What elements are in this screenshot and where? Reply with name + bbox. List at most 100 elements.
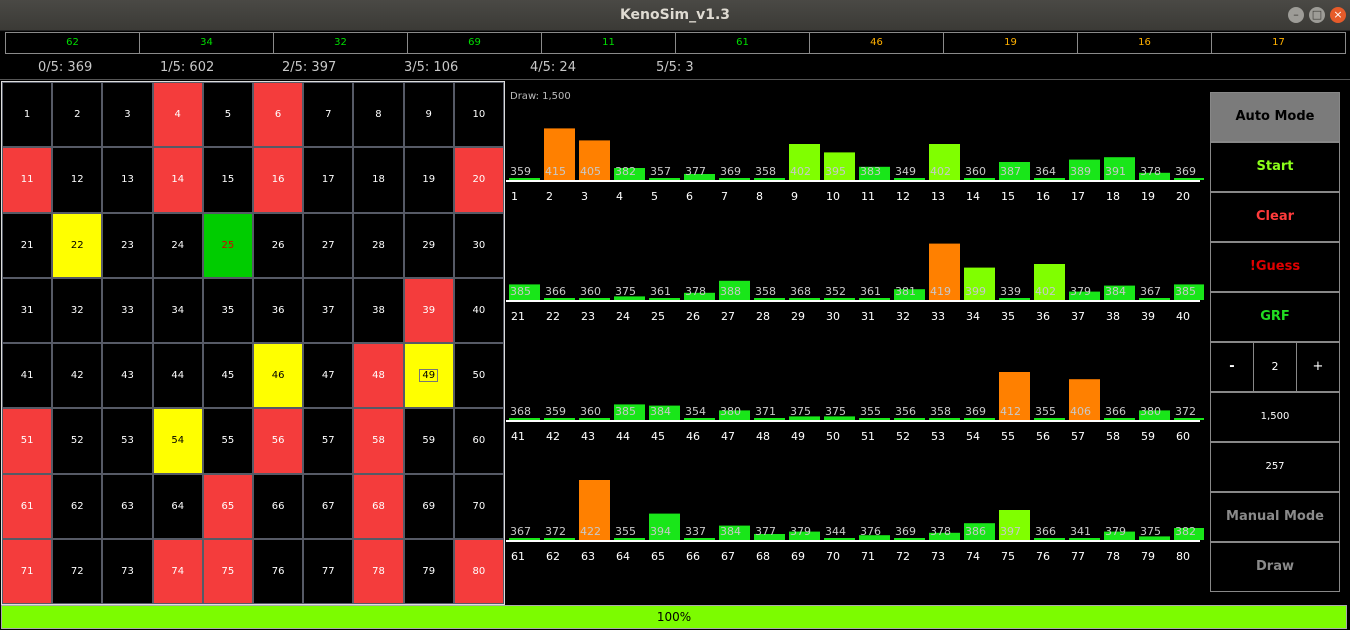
board-number-29[interactable]: 29 [403,212,454,278]
board-number-71[interactable]: 71 [2,538,53,604]
board-number-15[interactable]: 15 [202,147,253,213]
board-number-39[interactable]: 39 [403,277,454,343]
board-number-4[interactable]: 4 [152,82,203,148]
board-number-53[interactable]: 53 [102,408,153,474]
board-number-76[interactable]: 76 [253,538,304,604]
start-button[interactable]: Start [1210,142,1340,192]
board-number-28[interactable]: 28 [353,212,404,278]
board-number-63[interactable]: 63 [102,473,153,539]
board-number-75[interactable]: 75 [202,538,253,604]
board-number-17[interactable]: 17 [303,147,354,213]
board-number-14[interactable]: 14 [152,147,203,213]
board-number-10[interactable]: 10 [453,82,504,148]
board-number-6[interactable]: 6 [253,82,304,148]
clear-button[interactable]: Clear [1210,192,1340,242]
board-number-61[interactable]: 61 [2,473,53,539]
freq-value-label: 368 [510,405,531,418]
draw-button[interactable]: Draw [1210,542,1340,592]
board-number-42[interactable]: 42 [52,343,103,409]
board-number-60[interactable]: 60 [453,408,504,474]
games-field[interactable]: 257 [1210,442,1340,492]
board-number-58[interactable]: 58 [353,408,404,474]
board-number-18[interactable]: 18 [353,147,404,213]
freq-value-label: 384 [720,525,741,538]
board-number-47[interactable]: 47 [303,343,354,409]
board-number-8[interactable]: 8 [353,82,404,148]
board-number-13[interactable]: 13 [102,147,153,213]
board-number-40[interactable]: 40 [453,277,504,343]
board-number-70[interactable]: 70 [453,473,504,539]
minimize-icon[interactable]: – [1288,7,1304,23]
board-number-62[interactable]: 62 [52,473,103,539]
draw-count-field[interactable]: 1,500 [1210,392,1340,442]
board-number-80[interactable]: 80 [453,538,504,604]
board-number-5[interactable]: 5 [202,82,253,148]
board-number-55[interactable]: 55 [202,408,253,474]
board-number-1[interactable]: 1 [2,82,53,148]
board-number-59[interactable]: 59 [403,408,454,474]
freq-value-label: 389 [1070,165,1091,178]
freq-value-label: 369 [720,165,741,178]
board-number-16[interactable]: 16 [253,147,304,213]
board-number-19[interactable]: 19 [403,147,454,213]
board-number-33[interactable]: 33 [102,277,153,343]
board-number-7[interactable]: 7 [303,82,354,148]
board-number-64[interactable]: 64 [152,473,203,539]
board-number-31[interactable]: 31 [2,277,53,343]
board-number-49[interactable]: 49 [403,343,454,409]
board-number-36[interactable]: 36 [253,277,304,343]
close-icon[interactable]: × [1330,7,1346,23]
board-number-25[interactable]: 25 [202,212,253,278]
guess-button[interactable]: !Guess [1210,242,1340,292]
board-number-26[interactable]: 26 [253,212,304,278]
board-number-54[interactable]: 54 [152,408,203,474]
maximize-icon[interactable]: □ [1309,7,1325,23]
board-number-72[interactable]: 72 [52,538,103,604]
board-number-34[interactable]: 34 [152,277,203,343]
board-number-27[interactable]: 27 [303,212,354,278]
grf-button[interactable]: GRF [1210,292,1340,342]
board-number-48[interactable]: 48 [353,343,404,409]
board-number-50[interactable]: 50 [453,343,504,409]
board-number-66[interactable]: 66 [253,473,304,539]
board-number-35[interactable]: 35 [202,277,253,343]
freq-number-label: 80 [1176,550,1190,563]
board-number-51[interactable]: 51 [2,408,53,474]
freq-bar-42 [544,418,575,420]
board-number-20[interactable]: 20 [453,147,504,213]
manual-mode-button[interactable]: Manual Mode [1210,492,1340,542]
board-number-79[interactable]: 79 [403,538,454,604]
board-number-43[interactable]: 43 [102,343,153,409]
board-number-57[interactable]: 57 [303,408,354,474]
board-number-73[interactable]: 73 [102,538,153,604]
board-number-44[interactable]: 44 [152,343,203,409]
board-number-78[interactable]: 78 [353,538,404,604]
board-number-41[interactable]: 41 [2,343,53,409]
board-number-30[interactable]: 30 [453,212,504,278]
board-number-12[interactable]: 12 [52,147,103,213]
board-number-23[interactable]: 23 [102,212,153,278]
board-number-52[interactable]: 52 [52,408,103,474]
decrement-button[interactable]: - [1210,342,1254,392]
board-number-11[interactable]: 11 [2,147,53,213]
board-number-21[interactable]: 21 [2,212,53,278]
board-number-56[interactable]: 56 [253,408,304,474]
auto-mode-button[interactable]: Auto Mode [1210,92,1340,142]
board-number-24[interactable]: 24 [152,212,203,278]
board-number-2[interactable]: 2 [52,82,103,148]
board-number-65[interactable]: 65 [202,473,253,539]
board-number-69[interactable]: 69 [403,473,454,539]
board-number-77[interactable]: 77 [303,538,354,604]
board-number-74[interactable]: 74 [152,538,203,604]
board-number-45[interactable]: 45 [202,343,253,409]
board-number-67[interactable]: 67 [303,473,354,539]
board-number-22[interactable]: 22 [52,212,103,278]
board-number-37[interactable]: 37 [303,277,354,343]
increment-button[interactable]: + [1296,342,1340,392]
board-number-38[interactable]: 38 [353,277,404,343]
board-number-68[interactable]: 68 [353,473,404,539]
board-number-3[interactable]: 3 [102,82,153,148]
board-number-9[interactable]: 9 [403,82,454,148]
board-number-32[interactable]: 32 [52,277,103,343]
board-number-46[interactable]: 46 [253,343,304,409]
